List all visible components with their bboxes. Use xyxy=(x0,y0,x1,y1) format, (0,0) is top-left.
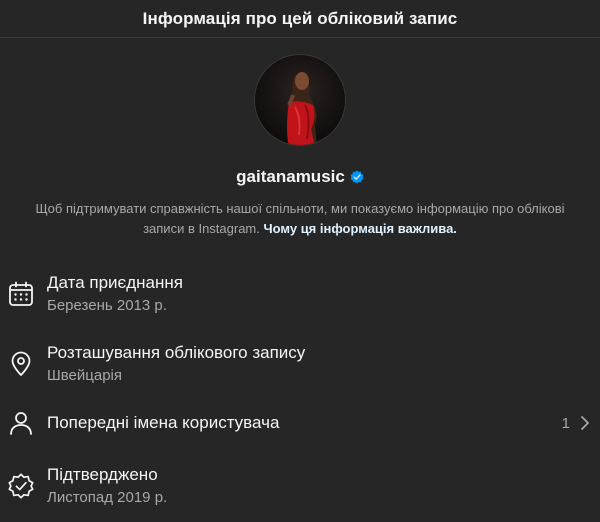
location-pin-icon xyxy=(7,350,35,378)
page: Інформація про цей обліковий запис gaita… xyxy=(0,0,600,506)
row-value: Листопад 2019 р. xyxy=(47,489,168,506)
former-usernames-count: 1 xyxy=(561,414,570,432)
row-text: Дата приєднання Березень 2013 р. xyxy=(47,272,183,316)
profile-section: gaitanamusic Щоб підтримувати справжніст… xyxy=(0,38,600,239)
user-icon xyxy=(7,409,35,437)
avatar[interactable] xyxy=(254,54,346,146)
calendar-icon xyxy=(7,280,35,308)
row-text: Підтверджено Листопад 2019 р. xyxy=(47,464,167,508)
username[interactable]: gaitanamusic xyxy=(236,167,345,187)
row-value: Швейцарія xyxy=(47,367,122,384)
row-label: Розташування облікового запису xyxy=(47,343,306,362)
why-important-link[interactable]: Чому ця інформація важлива. xyxy=(264,221,457,236)
row-label: Підтверджено xyxy=(47,465,158,484)
avatar-image xyxy=(255,55,345,145)
description: Щоб підтримувати справжність нашої спіль… xyxy=(30,199,570,239)
info-row-account-location: Розташування облікового запису Швейцарія xyxy=(0,341,600,387)
info-row-date-joined: Дата приєднання Березень 2013 р. xyxy=(0,271,600,317)
info-row-former-usernames[interactable]: Попередні імена користувача 1 xyxy=(0,408,600,438)
dialog-title: Інформація про цей обліковий запис xyxy=(0,0,600,38)
row-value: Березень 2013 р. xyxy=(47,297,167,314)
row-right: 1 xyxy=(562,415,590,432)
row-text: Розташування облікового запису Швейцарія xyxy=(47,342,305,386)
row-label: Попередні імена користувача xyxy=(47,413,280,432)
row-text: Попередні імена користувача xyxy=(47,412,279,434)
info-row-verified: Підтверджено Листопад 2019 р. xyxy=(0,463,600,509)
verified-badge-icon xyxy=(350,170,364,184)
row-label: Дата приєднання xyxy=(47,273,183,292)
verified-badge-icon xyxy=(7,472,35,500)
chevron-right-icon xyxy=(581,416,589,430)
username-row: gaitanamusic xyxy=(236,167,364,187)
